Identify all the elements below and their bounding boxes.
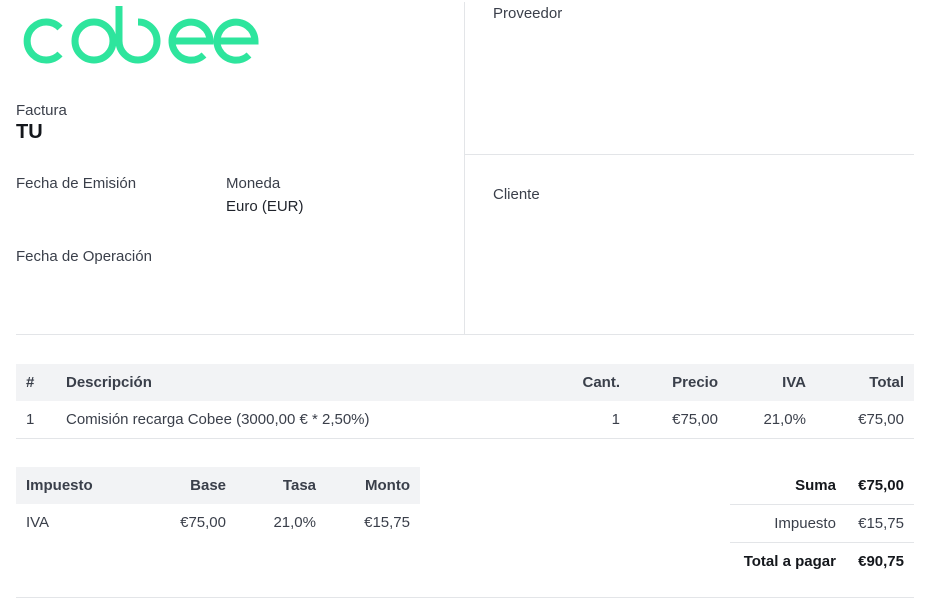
totals-sum-row: Suma €75,00 <box>730 467 914 505</box>
col-description: Descripción <box>56 364 540 401</box>
tax-amount: €15,75 <box>364 514 410 531</box>
col-rate: Tasa <box>236 467 326 504</box>
party-divider <box>464 154 914 155</box>
tax-name: IVA <box>26 514 50 531</box>
totals-tax-row: Impuesto €15,75 <box>730 504 914 543</box>
item-total: €75,00 <box>816 401 914 439</box>
col-price: Precio <box>630 364 728 401</box>
currency-label: Moneda <box>226 175 281 192</box>
cobee-logo <box>23 6 259 64</box>
invoice-type-label: Factura <box>16 102 67 119</box>
table-row: 1 Comisión recarga Cobee (3000,00 € * 2,… <box>16 401 914 439</box>
footer-divider <box>16 597 914 598</box>
grand-total-value: €90,75 <box>858 553 904 570</box>
item-vat: 21,0% <box>728 401 816 439</box>
col-quantity: Cant. <box>540 364 630 401</box>
item-quantity: 1 <box>540 401 630 439</box>
col-base: Base <box>136 467 236 504</box>
tax-base: €75,00 <box>180 514 226 531</box>
tax-table: Impuesto Base Tasa Monto IVA €75,00 21,0… <box>16 467 420 541</box>
col-total: Total <box>816 364 914 401</box>
operation-date-label: Fecha de Operación <box>16 248 152 265</box>
col-number: # <box>16 364 56 401</box>
provider-label: Proveedor <box>493 5 563 22</box>
col-vat: IVA <box>728 364 816 401</box>
table-row: IVA €75,00 21,0% €15,75 <box>16 504 420 541</box>
client-label: Cliente <box>493 186 540 203</box>
col-tax: Impuesto <box>16 467 136 504</box>
tax-header-row: Impuesto Base Tasa Monto <box>16 467 420 504</box>
sum-label: Suma <box>730 467 846 505</box>
sum-value: €75,00 <box>845 467 914 505</box>
header-bottom-divider <box>16 334 914 335</box>
header-vertical-divider <box>464 2 465 335</box>
items-header-row: # Descripción Cant. Precio IVA Total <box>16 364 914 401</box>
tax-total-value: €15,75 <box>845 504 914 543</box>
grand-total-label: Total a pagar <box>743 553 836 570</box>
item-price: €75,00 <box>630 401 728 439</box>
col-amount: Monto <box>326 467 420 504</box>
totals-table: Suma €75,00 Impuesto €15,75 Total a paga… <box>730 467 914 580</box>
tax-total-label: Impuesto <box>730 504 846 543</box>
tax-rate: 21,0% <box>273 514 316 531</box>
item-number: 1 <box>16 401 56 439</box>
issue-date-label: Fecha de Emisión <box>16 175 137 192</box>
invoice-type-value: TU <box>16 121 43 143</box>
item-description: Comisión recarga Cobee (3000,00 € * 2,50… <box>56 401 540 439</box>
items-table: # Descripción Cant. Precio IVA Total 1 C… <box>16 364 914 439</box>
currency-value: Euro (EUR) <box>226 198 304 215</box>
totals-grand-row: Total a pagar €90,75 <box>730 543 914 581</box>
